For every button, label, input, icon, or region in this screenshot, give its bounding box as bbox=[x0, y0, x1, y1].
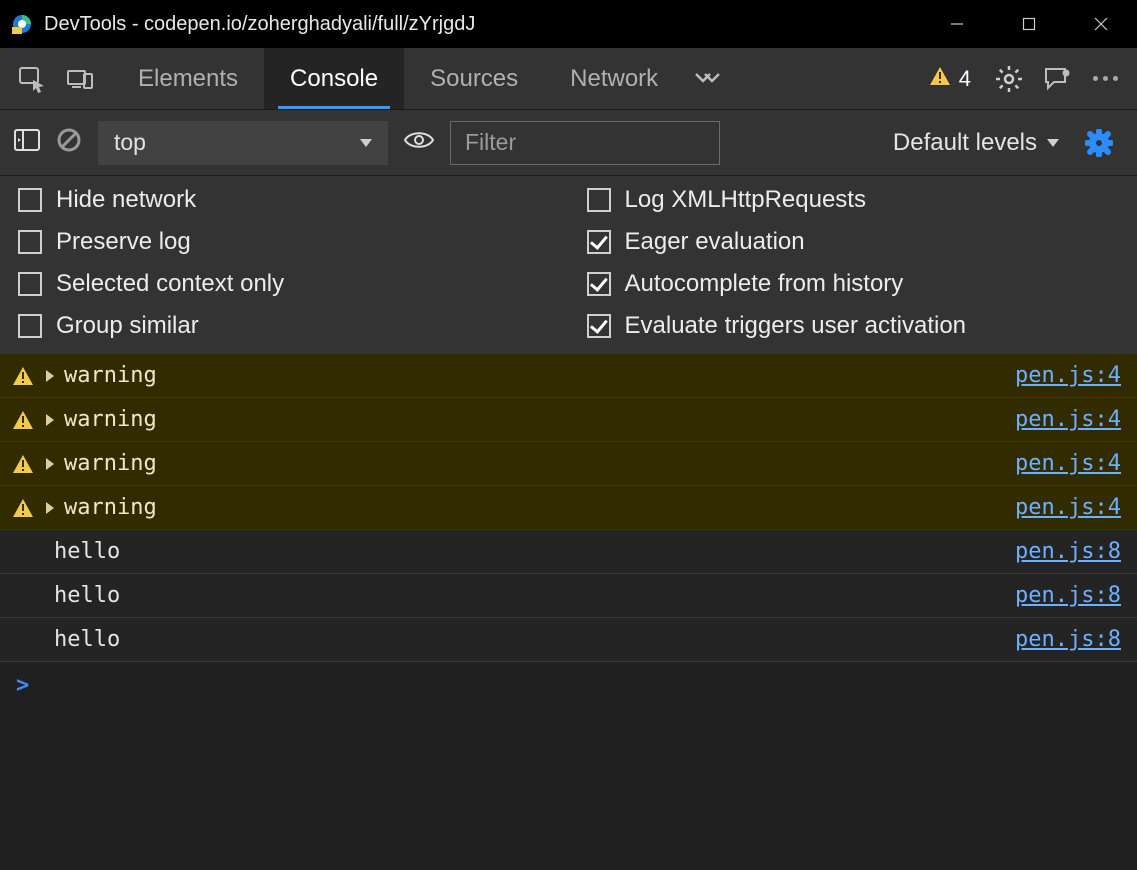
prompt-chevron-icon: > bbox=[16, 673, 29, 698]
warning-icon bbox=[12, 366, 34, 386]
app-icon bbox=[12, 14, 32, 34]
chevron-down-icon bbox=[360, 139, 372, 147]
log-message: hello bbox=[12, 539, 1015, 564]
log-message: warning bbox=[64, 363, 1015, 388]
log-row-info[interactable]: hellopen.js:8 bbox=[0, 574, 1137, 618]
issues-counter[interactable]: 4 bbox=[929, 66, 971, 92]
tab-label: Sources bbox=[430, 65, 518, 93]
console-settings-button[interactable] bbox=[1075, 119, 1123, 167]
checkbox[interactable] bbox=[18, 230, 42, 254]
window-close-button[interactable] bbox=[1065, 0, 1137, 48]
setting-autocomplete-from-history[interactable]: Autocomplete from history bbox=[569, 270, 1137, 298]
device-toolbar-icon[interactable] bbox=[56, 55, 104, 103]
disclosure-triangle-icon[interactable] bbox=[46, 502, 54, 514]
devtools-tabbar: Elements Console Sources Network 4 bbox=[0, 48, 1137, 110]
log-message: hello bbox=[12, 627, 1015, 652]
disclosure-triangle-icon[interactable] bbox=[46, 458, 54, 470]
setting-preserve-log[interactable]: Preserve log bbox=[0, 228, 569, 256]
log-level-selector[interactable]: Default levels bbox=[893, 129, 1059, 157]
console-settings-panel: Hide network Log XMLHttpRequests Preserve … bbox=[0, 176, 1137, 354]
warning-icon bbox=[929, 66, 951, 92]
tab-label: Network bbox=[570, 65, 658, 93]
tab-console[interactable]: Console bbox=[264, 48, 404, 109]
checkbox[interactable] bbox=[587, 230, 611, 254]
log-message: warning bbox=[64, 451, 1015, 476]
settings-button[interactable] bbox=[985, 55, 1033, 103]
warning-icon bbox=[12, 498, 34, 518]
checkbox[interactable] bbox=[18, 188, 42, 212]
setting-label: Preserve log bbox=[56, 228, 191, 256]
log-source-link[interactable]: pen.js:8 bbox=[1015, 539, 1121, 564]
issues-count: 4 bbox=[959, 66, 971, 92]
log-row-warn[interactable]: warningpen.js:4 bbox=[0, 442, 1137, 486]
log-row-warn[interactable]: warningpen.js:4 bbox=[0, 354, 1137, 398]
tab-sources[interactable]: Sources bbox=[404, 48, 544, 109]
checkbox[interactable] bbox=[18, 314, 42, 338]
window-maximize-button[interactable] bbox=[993, 0, 1065, 48]
console-input[interactable]: > bbox=[0, 662, 1137, 708]
log-row-warn[interactable]: warningpen.js:4 bbox=[0, 398, 1137, 442]
log-source-link[interactable]: pen.js:4 bbox=[1015, 451, 1121, 476]
setting-selected-context-only[interactable]: Selected context only bbox=[0, 270, 569, 298]
inspect-element-icon[interactable] bbox=[8, 55, 56, 103]
setting-label: Hide network bbox=[56, 186, 196, 214]
tab-elements[interactable]: Elements bbox=[112, 48, 264, 109]
filter-input[interactable] bbox=[450, 121, 720, 165]
setting-label: Autocomplete from history bbox=[625, 270, 904, 298]
log-source-link[interactable]: pen.js:8 bbox=[1015, 627, 1121, 652]
checkbox[interactable] bbox=[587, 188, 611, 212]
feedback-icon[interactable] bbox=[1033, 55, 1081, 103]
log-source-link[interactable]: pen.js:4 bbox=[1015, 495, 1121, 520]
log-source-link[interactable]: pen.js:8 bbox=[1015, 583, 1121, 608]
setting-evaluate-triggers-user-activation[interactable]: Evaluate triggers user activation bbox=[569, 312, 1137, 340]
setting-eager-evaluation[interactable]: Eager evaluation bbox=[569, 228, 1137, 256]
console-toolbar: top Default levels bbox=[0, 110, 1137, 176]
log-row-warn[interactable]: warningpen.js:4 bbox=[0, 486, 1137, 530]
log-level-value: Default levels bbox=[893, 129, 1037, 157]
setting-label: Group similar bbox=[56, 312, 199, 340]
log-source-link[interactable]: pen.js:4 bbox=[1015, 407, 1121, 432]
checkbox[interactable] bbox=[587, 272, 611, 296]
log-source-link[interactable]: pen.js:4 bbox=[1015, 363, 1121, 388]
setting-group-similar[interactable]: Group similar bbox=[0, 312, 569, 340]
window-minimize-button[interactable] bbox=[921, 0, 993, 48]
console-sidebar-toggle[interactable] bbox=[14, 128, 40, 158]
warning-icon bbox=[12, 410, 34, 430]
more-tabs-button[interactable] bbox=[684, 71, 730, 87]
setting-label: Eager evaluation bbox=[625, 228, 805, 256]
window-titlebar: DevTools - codepen.io/zoherghadyali/full… bbox=[0, 0, 1137, 48]
setting-label: Evaluate triggers user activation bbox=[625, 312, 967, 340]
setting-label: Selected context only bbox=[56, 270, 284, 298]
log-row-info[interactable]: hellopen.js:8 bbox=[0, 618, 1137, 662]
tab-label: Console bbox=[290, 65, 378, 93]
disclosure-triangle-icon[interactable] bbox=[46, 370, 54, 382]
window-title: DevTools - codepen.io/zoherghadyali/full… bbox=[44, 13, 921, 36]
setting-label: Log XMLHttpRequests bbox=[625, 186, 866, 214]
log-message: hello bbox=[12, 583, 1015, 608]
live-expression-button[interactable] bbox=[404, 129, 434, 157]
context-selector[interactable]: top bbox=[98, 121, 388, 165]
log-message: warning bbox=[64, 495, 1015, 520]
log-message: warning bbox=[64, 407, 1015, 432]
warning-icon bbox=[12, 454, 34, 474]
disclosure-triangle-icon[interactable] bbox=[46, 414, 54, 426]
more-options-button[interactable] bbox=[1081, 55, 1129, 103]
clear-console-button[interactable] bbox=[56, 127, 82, 159]
setting-hide-network[interactable]: Hide network bbox=[0, 186, 569, 214]
console-log-list: warningpen.js:4warningpen.js:4warningpen… bbox=[0, 354, 1137, 662]
checkbox[interactable] bbox=[587, 314, 611, 338]
tab-network[interactable]: Network bbox=[544, 48, 684, 109]
log-row-info[interactable]: hellopen.js:8 bbox=[0, 530, 1137, 574]
context-selector-value: top bbox=[114, 129, 146, 156]
checkbox[interactable] bbox=[18, 272, 42, 296]
setting-log-xmlhttprequests[interactable]: Log XMLHttpRequests bbox=[569, 186, 1137, 214]
tab-label: Elements bbox=[138, 65, 238, 93]
chevron-down-icon bbox=[1047, 139, 1059, 147]
